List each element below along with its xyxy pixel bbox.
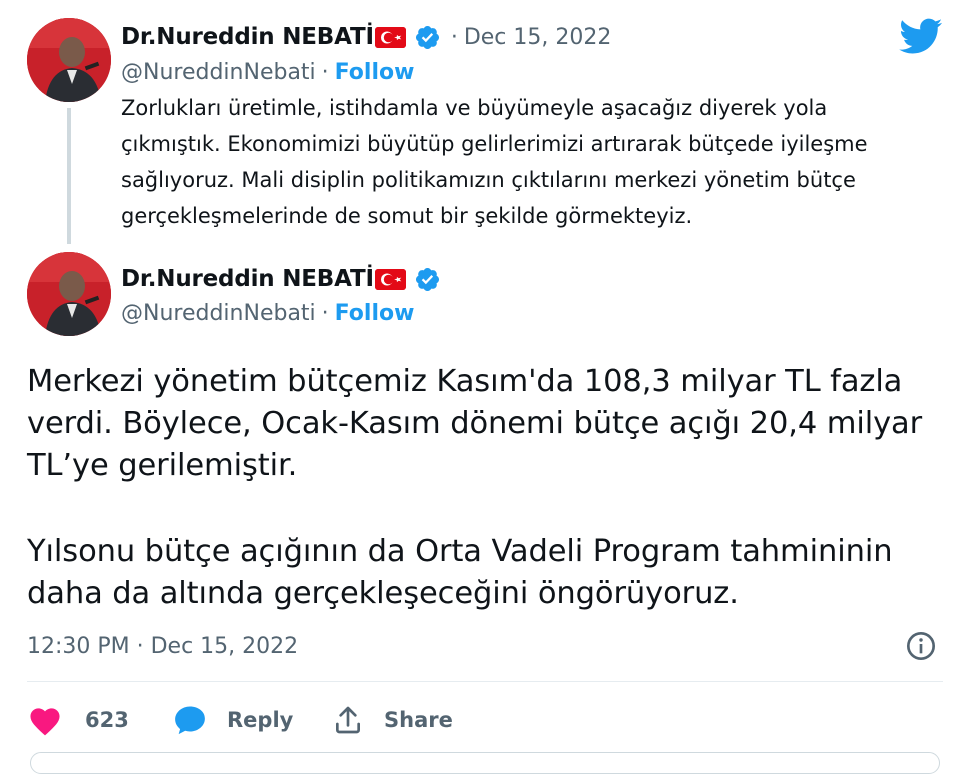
main-tweet-text-paragraph-2: Yılsonu bütçe açığının da Orta Vadeli Pr… — [27, 531, 893, 615]
tweet-text-line: Yılsonu bütçe açığının da Orta Vadeli Pr… — [27, 534, 893, 569]
quoted-text-line: gerçekleşmelerinde de somut bir şekilde … — [121, 204, 693, 228]
tweet-timestamp[interactable]: 12:30 PM · Dec 15, 2022 — [27, 632, 298, 662]
heart-icon — [27, 704, 63, 736]
quoted-tweet-header: Dr.Nureddin NEBATİ · Dec 15, 2022 — [121, 20, 611, 54]
main-tweet-text: Merkezi yönetim bütçemiz Kasım'da 108,3 … — [27, 361, 922, 487]
reply-label: Reply — [227, 708, 294, 732]
tweet-text-line: Merkezi yönetim bütçemiz Kasım'da 108,3 … — [27, 364, 903, 399]
turkish-flag-icon — [374, 26, 406, 48]
author-handle[interactable]: @NureddinNebati — [121, 301, 316, 326]
follow-button[interactable]: Follow — [335, 301, 415, 326]
quoted-text-line: çıkmıştık. Ekonomimizi büyütüp gelirleri… — [121, 132, 868, 156]
share-button[interactable]: Share — [332, 701, 453, 739]
author-avatar[interactable] — [27, 18, 111, 102]
share-label: Share — [384, 708, 453, 732]
tweet-date-separator: · — [450, 24, 458, 50]
thread-connector-line — [67, 108, 71, 244]
share-upload-icon — [332, 704, 364, 736]
turkish-flag-icon — [374, 268, 406, 290]
tweet-divider — [27, 681, 943, 682]
quoted-text-line: sağlıyoruz. Mali disiplin politikamızın … — [121, 168, 856, 192]
follow-button[interactable]: Follow — [335, 60, 415, 85]
reply-bubble-icon — [173, 704, 207, 736]
main-tweet-subheader: @NureddinNebati · Follow — [121, 298, 414, 328]
handle-separator: · — [321, 59, 329, 85]
quoted-text-line: Zorlukları üretimle, istihdamla ve büyüm… — [121, 96, 828, 120]
bottom-input-edge — [30, 752, 940, 774]
tweet-text-line: daha da altında gerçekleşeceğini öngörüy… — [27, 576, 739, 611]
author-handle[interactable]: @NureddinNebati — [121, 60, 316, 85]
author-avatar[interactable] — [27, 252, 111, 336]
quoted-tweet-text: Zorlukları üretimle, istihdamla ve büyüm… — [121, 90, 868, 234]
reply-button[interactable]: Reply — [173, 701, 293, 739]
twitter-bird-icon[interactable] — [899, 18, 943, 58]
tweet-text-line: TL’ye gerilemiştir. — [27, 448, 298, 483]
author-name[interactable]: Dr.Nureddin NEBATİ — [121, 266, 374, 292]
verified-badge-icon — [414, 266, 441, 293]
tweet-date[interactable]: Dec 15, 2022 — [464, 25, 612, 50]
handle-separator: · — [321, 300, 329, 326]
like-button[interactable]: 623 — [27, 701, 129, 739]
author-name[interactable]: Dr.Nureddin NEBATİ — [121, 24, 374, 50]
main-tweet-header: Dr.Nureddin NEBATİ — [121, 262, 441, 296]
info-icon[interactable] — [905, 630, 937, 662]
verified-badge-icon — [414, 24, 441, 51]
tweet-text-line: verdi. Böylece, Ocak-Kasım dönemi bütçe … — [27, 406, 923, 441]
like-count: 623 — [85, 708, 129, 732]
quoted-tweet-subheader: @NureddinNebati · Follow — [121, 57, 414, 87]
